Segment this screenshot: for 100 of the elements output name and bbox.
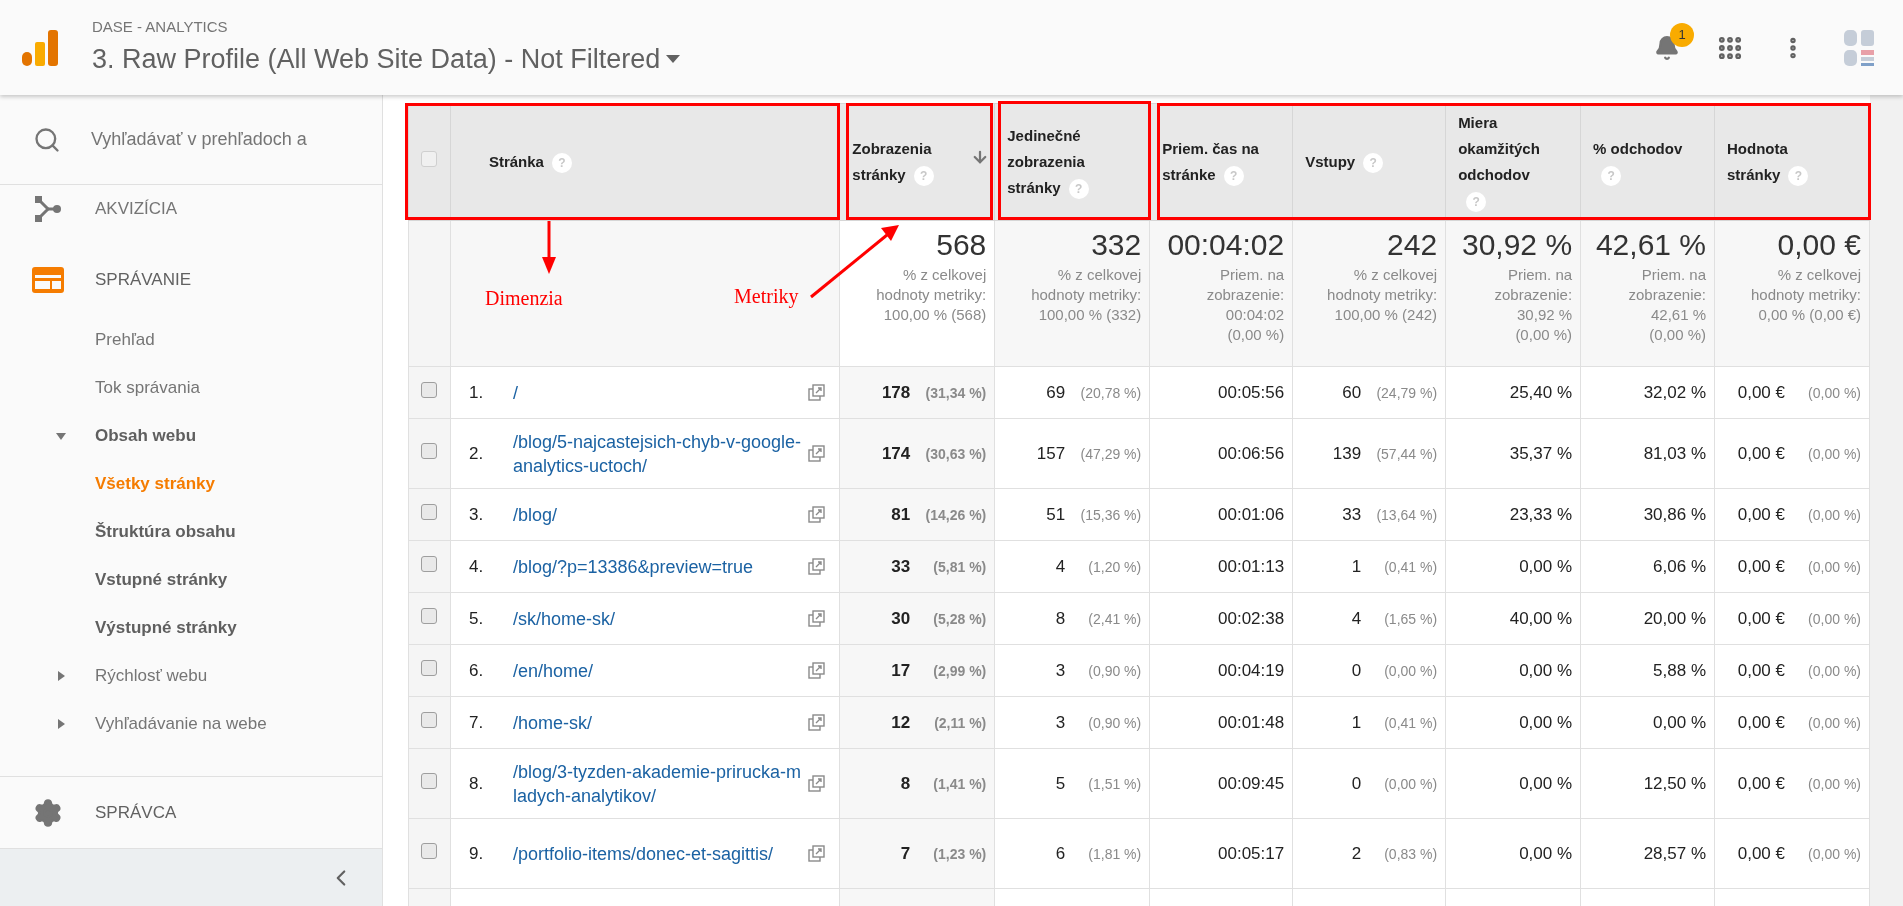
row-number: 3. [468,504,484,524]
row-number: 2. [468,443,484,463]
column-header[interactable]: Stránka ? [450,103,840,221]
summary-note: 0,00 % (0,00 €) [1757,305,1861,325]
page-link[interactable]: /sk/home-sk/ [512,606,805,631]
checkbox[interactable] [421,772,438,789]
table-cell: 51 (15,36 %) [994,488,1150,541]
nav-item[interactable]: Rýchlosť webu [95,663,208,689]
summary-note: hodnoty metriky: [1326,285,1438,305]
table-cell: 00:05:17 [1149,818,1293,889]
settings-icon[interactable] [32,797,63,828]
external-link-icon[interactable] [808,445,826,462]
table-cell: 12 (2,11 %) [839,696,995,749]
column-header[interactable]: % odchodov ? [1580,103,1715,221]
external-link-icon[interactable] [808,558,826,575]
summary-note: 100,00 % (568) [882,305,987,325]
checkbox[interactable] [421,381,438,398]
table-cell: 0,00 € (0,00 %) [1714,696,1870,749]
summary-note: % z celkovej [901,265,987,285]
nav-item[interactable]: Štruktúra obsahu [95,519,236,545]
page-link[interactable]: /portfolio-items/donec-et-sagittis/ [512,841,805,866]
nav-item[interactable]: Obsah webu [95,423,197,449]
summary-note: (0,00 %) [1514,325,1573,345]
checkbox[interactable] [421,151,438,167]
table-cell: 6 (1,81 %) [994,818,1150,889]
summary-note: (0,00 %) [1648,325,1706,345]
table-cell: 139 (57,44 %) [1292,418,1446,489]
search-field[interactable]: Vyhľadávať v prehľadoch a [91,126,381,153]
table-cell: 0,00 € (0,00 %) [1714,488,1870,541]
external-link-icon[interactable] [808,384,826,401]
table-cell: 8 (1,41 %) [839,748,995,819]
page-link[interactable]: /blog/3-tyzden-akademie-prirucka-mladych-analytikov/ [512,759,805,808]
table-cell: 0,00 % [1445,818,1581,889]
external-link-icon[interactable] [808,610,826,627]
row-number: 6. [468,660,484,680]
nav-item[interactable]: Prehľad [95,327,155,353]
scrollbar[interactable] [1870,95,1903,906]
table-cell: 5 (1,51 %) [994,748,1150,819]
annotation-arrow [541,221,557,275]
table-cell: 4 (1,65 %) [1292,592,1446,645]
checkbox[interactable] [421,555,438,572]
nav-section[interactable]: SPRÁVANIE [95,267,192,293]
summary-value: 30,92 % [1461,227,1573,263]
annotation-label: Metriky [734,284,799,310]
external-link-icon[interactable] [808,662,826,679]
checkbox[interactable] [421,503,438,520]
table-cell: 00:09:45 [1149,748,1293,819]
branch-icon [33,195,62,223]
summary-note: hodnoty metriky: [1030,285,1142,305]
page-link[interactable]: /en/home/ [512,658,805,683]
table-cell: 3 (0,90 %) [994,644,1150,697]
nav-item[interactable]: Vyhľadávanie na webe [95,711,267,737]
column-header[interactable]: Miera okamžitých odchodov ? [1445,103,1581,221]
caret-right-icon[interactable] [56,671,66,681]
caret-down-icon[interactable] [56,431,66,441]
table-cell: 00:02:38 [1149,592,1293,645]
checkbox[interactable] [421,842,438,859]
summary-note: hodnoty metriky: [1749,285,1861,305]
nav-section[interactable]: SPRÁVCA [95,799,177,826]
view-selector[interactable]: 3. Raw Profile (All Web Site Data) - Not Filtered [92,38,661,79]
table-cell: 0,00 % [1445,644,1581,697]
checkbox[interactable] [421,442,438,459]
table-cell: 0,00 € (0,00 %) [1714,418,1870,489]
external-link-icon[interactable] [808,775,826,792]
page-link[interactable]: /blog/ [512,502,805,527]
external-link-icon[interactable] [808,506,826,523]
column-header[interactable]: Hodnota stránky ? [1714,103,1870,221]
table-cell: 69 (20,78 %) [994,366,1150,419]
checkbox[interactable] [421,711,438,728]
notifications-icon[interactable] [1654,34,1680,61]
checkbox[interactable] [421,659,438,676]
table-cell: 8 (2,41 %) [994,592,1150,645]
page-link[interactable]: /blog/5-najcastejsich-chyb-v-google-analytics-uctoch/ [512,429,805,478]
column-header[interactable]: Zobrazenia stránky ? [839,103,995,221]
checkbox[interactable] [421,607,438,624]
table-cell: 20,00 % [1580,592,1715,645]
table-cell: 157 (47,29 %) [994,418,1150,489]
page-link[interactable]: /blog/?p=13386&preview=true [512,554,805,579]
nav-item[interactable]: Výstupné stránky [95,615,237,641]
nav-item[interactable]: Tok správania [95,375,200,401]
nav-item[interactable]: Vstupné stránky [95,567,228,593]
page-link[interactable]: / [512,380,805,405]
table-cell: 35,37 % [1445,418,1581,489]
external-link-icon[interactable] [808,714,826,731]
dropdown-caret-icon[interactable] [666,54,681,63]
summary-note: 42,61 % [1649,305,1706,325]
nav-section[interactable]: AKVIZÍCIA [95,196,178,222]
summary-note: zobrazenie: [1205,285,1285,305]
row-number: 7. [468,712,484,732]
summary-value: 42,61 % [1594,227,1706,263]
search-icon[interactable] [33,125,61,154]
external-link-icon[interactable] [808,845,826,862]
table-cell: 1 (0,41 %) [1292,540,1446,593]
brand-logo-icon[interactable] [1842,27,1876,68]
summary-note: zobrazenie: [1493,285,1573,305]
caret-right-icon[interactable] [56,719,66,729]
table-cell: 0 (0,00 %) [1292,748,1446,819]
column-header[interactable]: Vstupy ? [1292,103,1446,221]
page-link[interactable]: /home-sk/ [512,710,805,735]
column-header[interactable]: Jedinečné zobrazenia stránky ? [994,103,1150,221]
